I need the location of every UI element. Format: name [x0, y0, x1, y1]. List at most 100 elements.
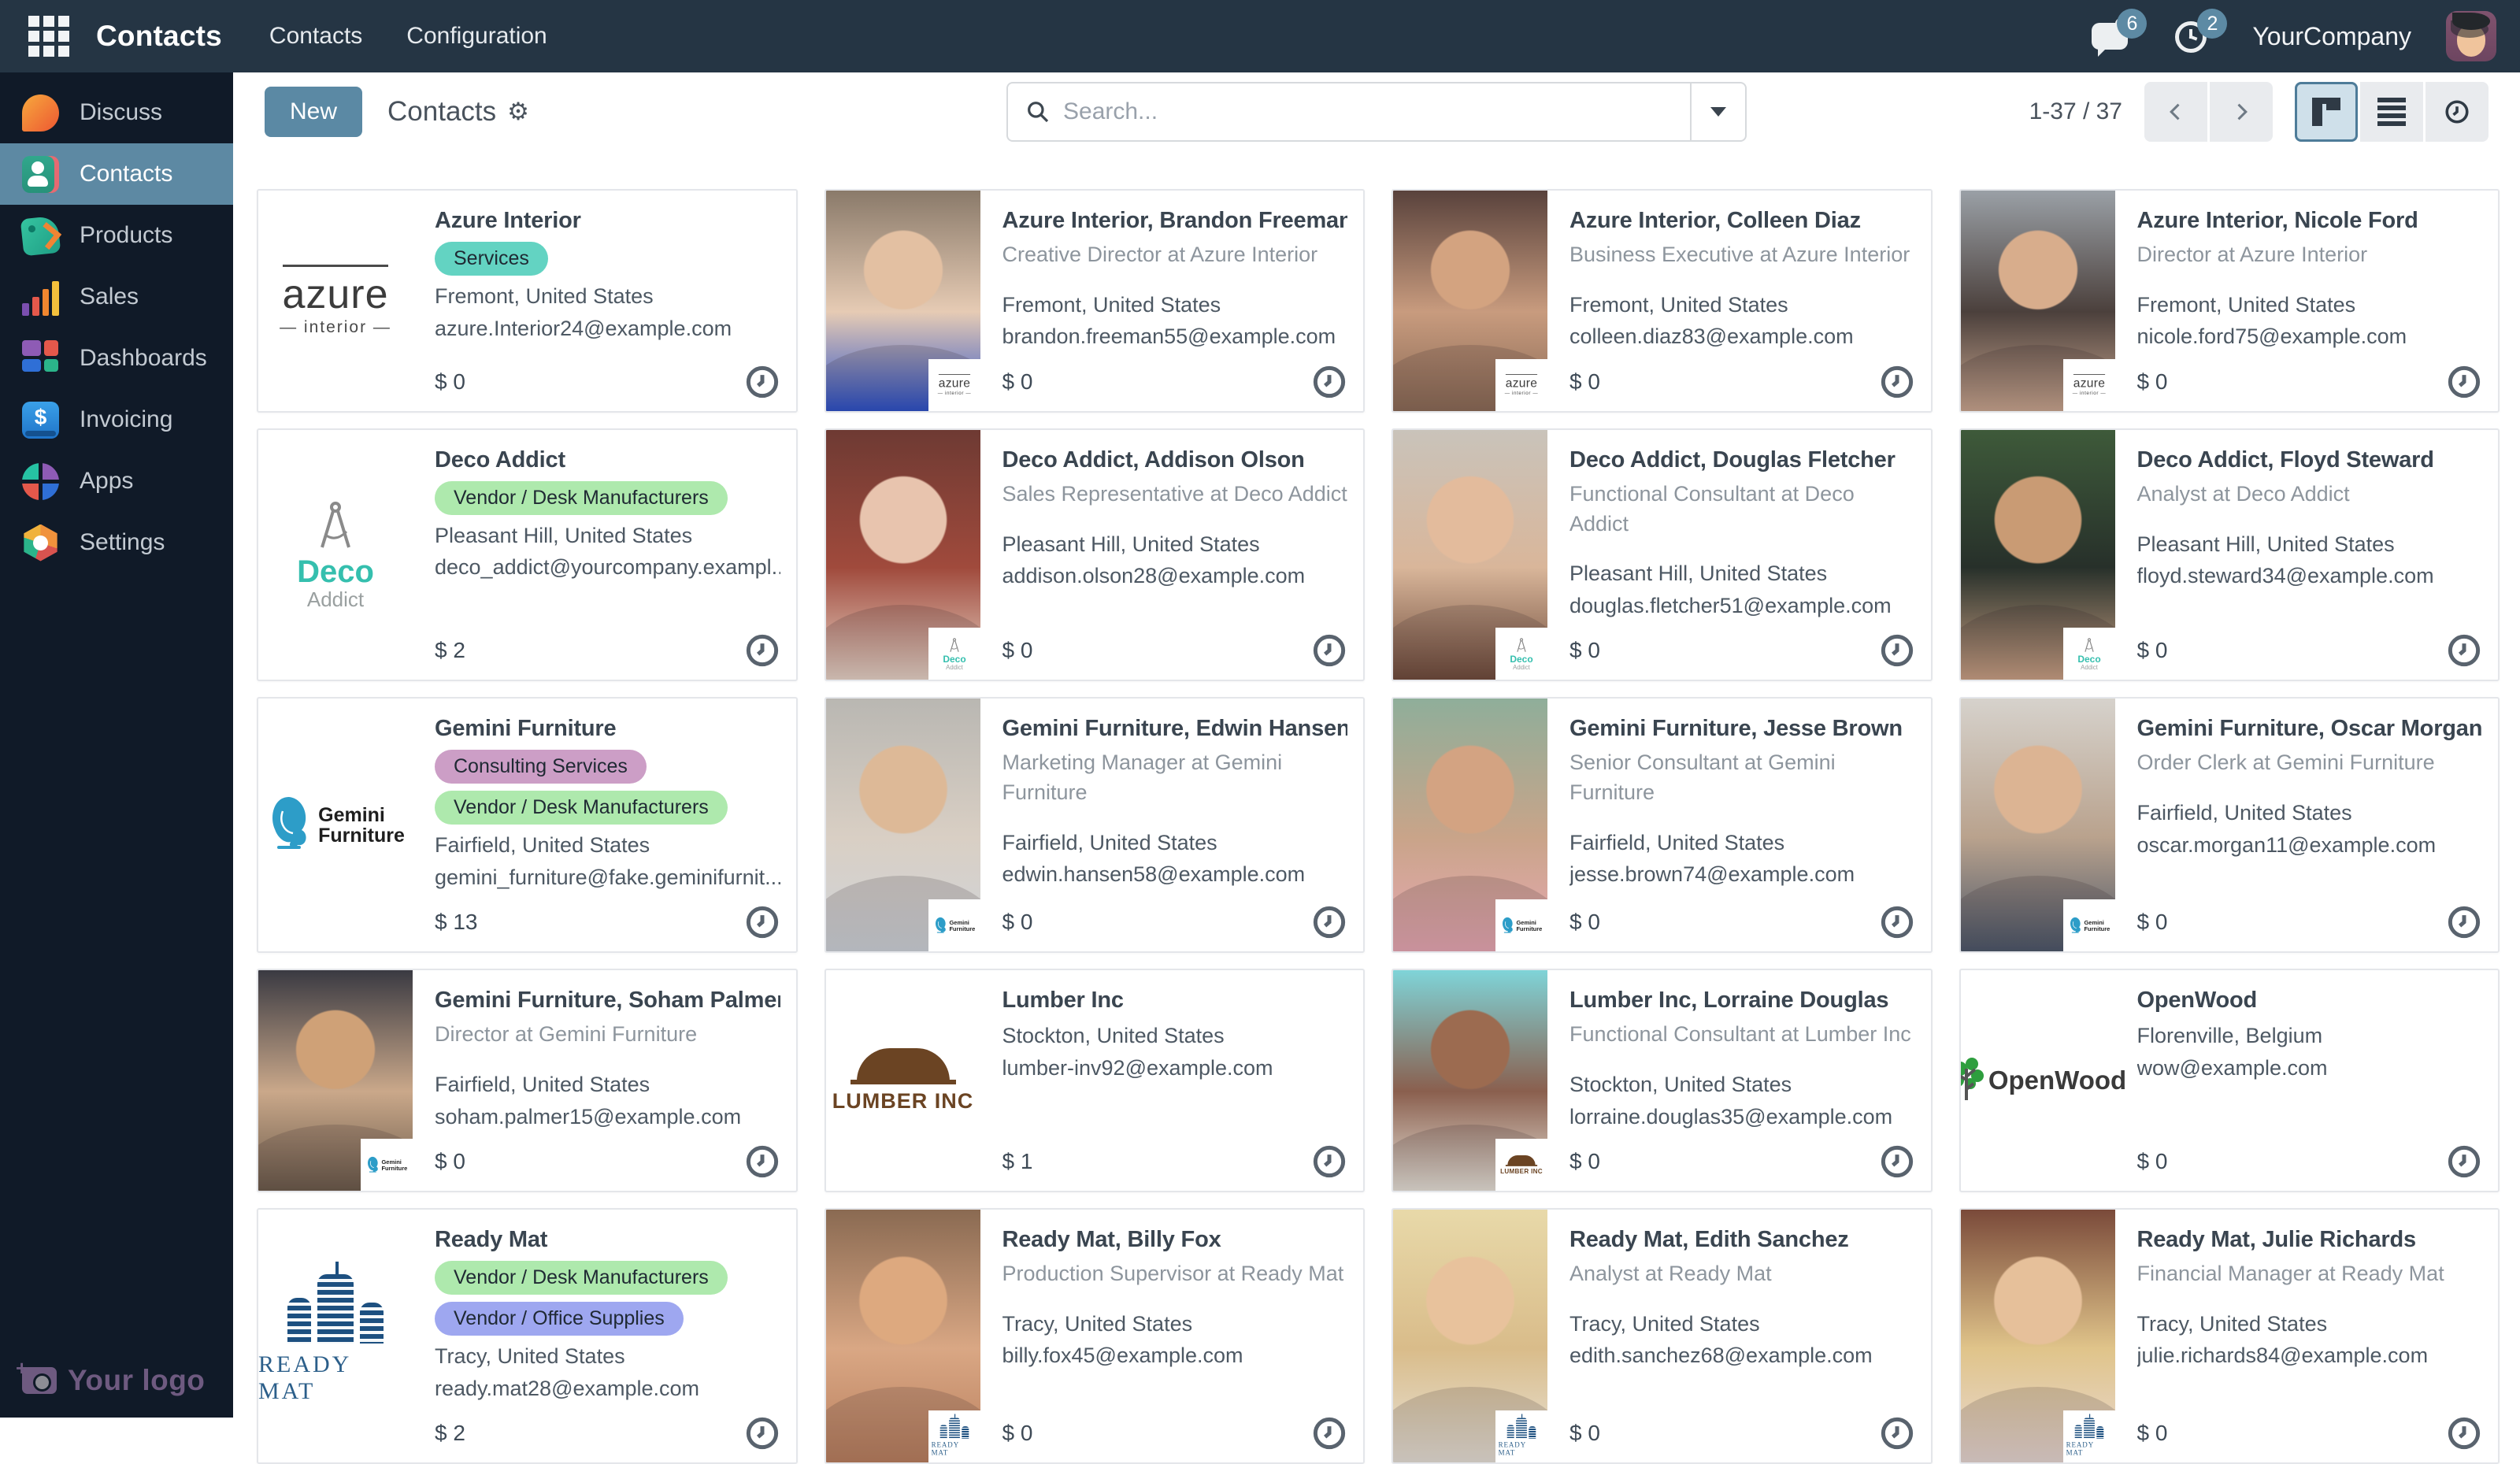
- contact-card[interactable]: OpenWoodOpenWoodFlorenville, Belgiumwow@…: [1959, 969, 2500, 1192]
- contact-tags: Consulting ServicesVendor / Desk Manufac…: [435, 750, 780, 825]
- contact-card[interactable]: azure— interior —Azure Interior, Brandon…: [825, 189, 1366, 413]
- company-switcher[interactable]: YourCompany: [2252, 22, 2411, 51]
- activity-clock-button[interactable]: [1311, 904, 1347, 940]
- contact-card[interactable]: GeminiFurnitureGemini Furniture, Jesse B…: [1392, 697, 1933, 953]
- logo-word: Furniture: [2084, 925, 2110, 932]
- contact-function: Creative Director at Azure Interior: [1002, 240, 1348, 270]
- contact-card[interactable]: READY MATReady Mat, Julie RichardsFinanc…: [1959, 1208, 2500, 1464]
- sidebar-item-sales[interactable]: Sales: [0, 266, 233, 328]
- activity-clock-button[interactable]: [744, 364, 780, 400]
- chevron-left-icon: [2165, 101, 2187, 123]
- new-button[interactable]: New: [265, 87, 362, 137]
- activity-clock-button[interactable]: [1879, 632, 1915, 669]
- sidebar-item-dashboards[interactable]: Dashboards: [0, 328, 233, 389]
- contact-email: nicole.ford75@example.com: [2137, 321, 2483, 353]
- pager-previous-button[interactable]: [2144, 82, 2207, 142]
- contact-tags: Services: [435, 242, 780, 276]
- menu-configuration[interactable]: Configuration: [406, 23, 547, 50]
- contact-tag: Vendor / Desk Manufacturers: [435, 1261, 728, 1295]
- activity-clock-button[interactable]: [1879, 904, 1915, 940]
- activity-clock-button[interactable]: [744, 904, 780, 940]
- contact-city: Fairfield, United States: [1569, 827, 1915, 859]
- view-switch-kanban[interactable]: [2295, 82, 2358, 142]
- company-badge-deco: DecoAddict: [2063, 628, 2115, 680]
- activity-clock-button[interactable]: [2446, 1415, 2482, 1451]
- contact-card[interactable]: GeminiFurnitureGemini Furniture, Oscar M…: [1959, 697, 2500, 953]
- contact-name: Gemini Furniture, Soham Palmer: [435, 988, 780, 1014]
- contact-card[interactable]: GeminiFurnitureGemini Furniture, Soham P…: [257, 969, 798, 1192]
- contact-card[interactable]: READY MATReady Mat, Edith SanchezAnalyst…: [1392, 1208, 1933, 1464]
- contact-card[interactable]: READY MATReady Mat, Billy FoxProduction …: [825, 1208, 1366, 1464]
- company-badge-readymat: READY MAT: [2063, 1410, 2115, 1462]
- contact-email: brandon.freeman55@example.com: [1002, 321, 1348, 353]
- view-switch-activity[interactable]: [2426, 82, 2488, 142]
- contact-card[interactable]: azure— interior —Azure Interior, Colleen…: [1392, 189, 1933, 413]
- search-input[interactable]: [1063, 98, 1690, 125]
- activity-clock-button[interactable]: [2446, 364, 2482, 400]
- sidebar-item-settings[interactable]: Settings: [0, 512, 233, 573]
- menu-contacts[interactable]: Contacts: [269, 23, 362, 50]
- company-logo-azure: azure— interior —: [258, 265, 413, 337]
- search-dropdown-toggle[interactable]: [1690, 83, 1745, 140]
- pager-next-button[interactable]: [2210, 82, 2273, 142]
- apps-grid-icon[interactable]: [28, 16, 69, 57]
- activity-clock-button[interactable]: [1879, 364, 1915, 400]
- sidebar-item-contacts[interactable]: Contacts: [0, 143, 233, 205]
- sidebar-item-label: Settings: [80, 529, 165, 556]
- contact-card[interactable]: DecoAddictDeco Addict, Addison OlsonSale…: [825, 428, 1366, 682]
- logo-line: [1506, 374, 1537, 375]
- gear-icon[interactable]: ⚙: [507, 98, 529, 126]
- activity-clock-button[interactable]: [744, 1415, 780, 1451]
- caret-down-icon: [1710, 107, 1726, 117]
- messages-icon[interactable]: 6: [2092, 17, 2137, 56]
- activity-clock-button[interactable]: [1311, 364, 1347, 400]
- contact-card[interactable]: READY MATReady MatVendor / Desk Manufact…: [257, 1208, 798, 1464]
- activity-clock-button[interactable]: [1879, 1415, 1915, 1451]
- contact-tag: Vendor / Desk Manufacturers: [435, 481, 728, 515]
- contact-tag: Vendor / Office Supplies: [435, 1302, 684, 1336]
- activity-clock-button[interactable]: [2446, 904, 2482, 940]
- contact-card[interactable]: GeminiFurnitureGemini FurnitureConsultin…: [257, 697, 798, 953]
- sidebar-item-products[interactable]: Products: [0, 205, 233, 266]
- user-avatar[interactable]: [2446, 11, 2496, 61]
- sidebar-item-apps[interactable]: Apps: [0, 450, 233, 512]
- contact-card[interactable]: DecoAddictDeco Addict, Floyd StewardAnal…: [1959, 428, 2500, 682]
- sidebar-logo: Your logo: [22, 1364, 205, 1397]
- contact-tags: Vendor / Desk Manufacturers Vendor / Offi…: [435, 1261, 780, 1336]
- activity-clock-button[interactable]: [744, 632, 780, 669]
- logo-word: LUMBER INC: [1500, 1167, 1543, 1174]
- opportunity-amount: $ 2: [435, 638, 465, 663]
- contact-card-footer: $ 0: [435, 353, 780, 400]
- discuss-icon: [22, 95, 59, 132]
- tower-icon: [1507, 1425, 1514, 1438]
- opportunity-amount: $ 0: [1569, 638, 1600, 663]
- activity-clock-button[interactable]: [1879, 1143, 1915, 1180]
- activity-clock-button[interactable]: [744, 1143, 780, 1180]
- contact-city: Fairfield, United States: [1002, 827, 1348, 859]
- page-title: Contacts: [387, 96, 496, 128]
- company-logo-gemini: GeminiFurniture: [1499, 917, 1545, 936]
- contact-card[interactable]: DecoAddictDeco AddictVendor / Desk Manuf…: [257, 428, 798, 682]
- contact-card-body: Ready Mat, Julie RichardsFinancial Manag…: [2115, 1210, 2499, 1462]
- activity-clock-button[interactable]: [1311, 632, 1347, 669]
- logo-word: azure: [938, 378, 970, 389]
- opportunity-amount: $ 0: [1002, 910, 1033, 935]
- activities-icon[interactable]: 2: [2172, 17, 2218, 56]
- sidebar-item-discuss[interactable]: Discuss: [0, 82, 233, 143]
- activity-clock-button[interactable]: [1311, 1415, 1347, 1451]
- search-bar[interactable]: [1006, 82, 1747, 142]
- contact-card[interactable]: GeminiFurnitureGemini Furniture, Edwin H…: [825, 697, 1366, 953]
- contact-email: billy.fox45@example.com: [1002, 1340, 1348, 1372]
- activity-clock-button[interactable]: [1311, 1143, 1347, 1180]
- contact-card[interactable]: LUMBER INCLumber IncStockton, United Sta…: [825, 969, 1366, 1192]
- activity-clock-button[interactable]: [2446, 1143, 2482, 1180]
- activity-clock-button[interactable]: [2446, 632, 2482, 669]
- contact-card[interactable]: azure— interior —Azure Interior, Nicole …: [1959, 189, 2500, 413]
- sidebar-item-invoicing[interactable]: Invoicing: [0, 389, 233, 450]
- contact-card[interactable]: LUMBER INCLumber Inc, Lorraine DouglasFu…: [1392, 969, 1933, 1192]
- contact-card[interactable]: DecoAddictDeco Addict, Douglas FletcherF…: [1392, 428, 1933, 682]
- company-logo-deco: DecoAddict: [2066, 638, 2112, 671]
- view-switch-list[interactable]: [2360, 82, 2423, 142]
- opportunity-amount: $ 0: [1569, 910, 1600, 935]
- contact-card[interactable]: azure— interior —Azure InteriorServicesF…: [257, 189, 798, 413]
